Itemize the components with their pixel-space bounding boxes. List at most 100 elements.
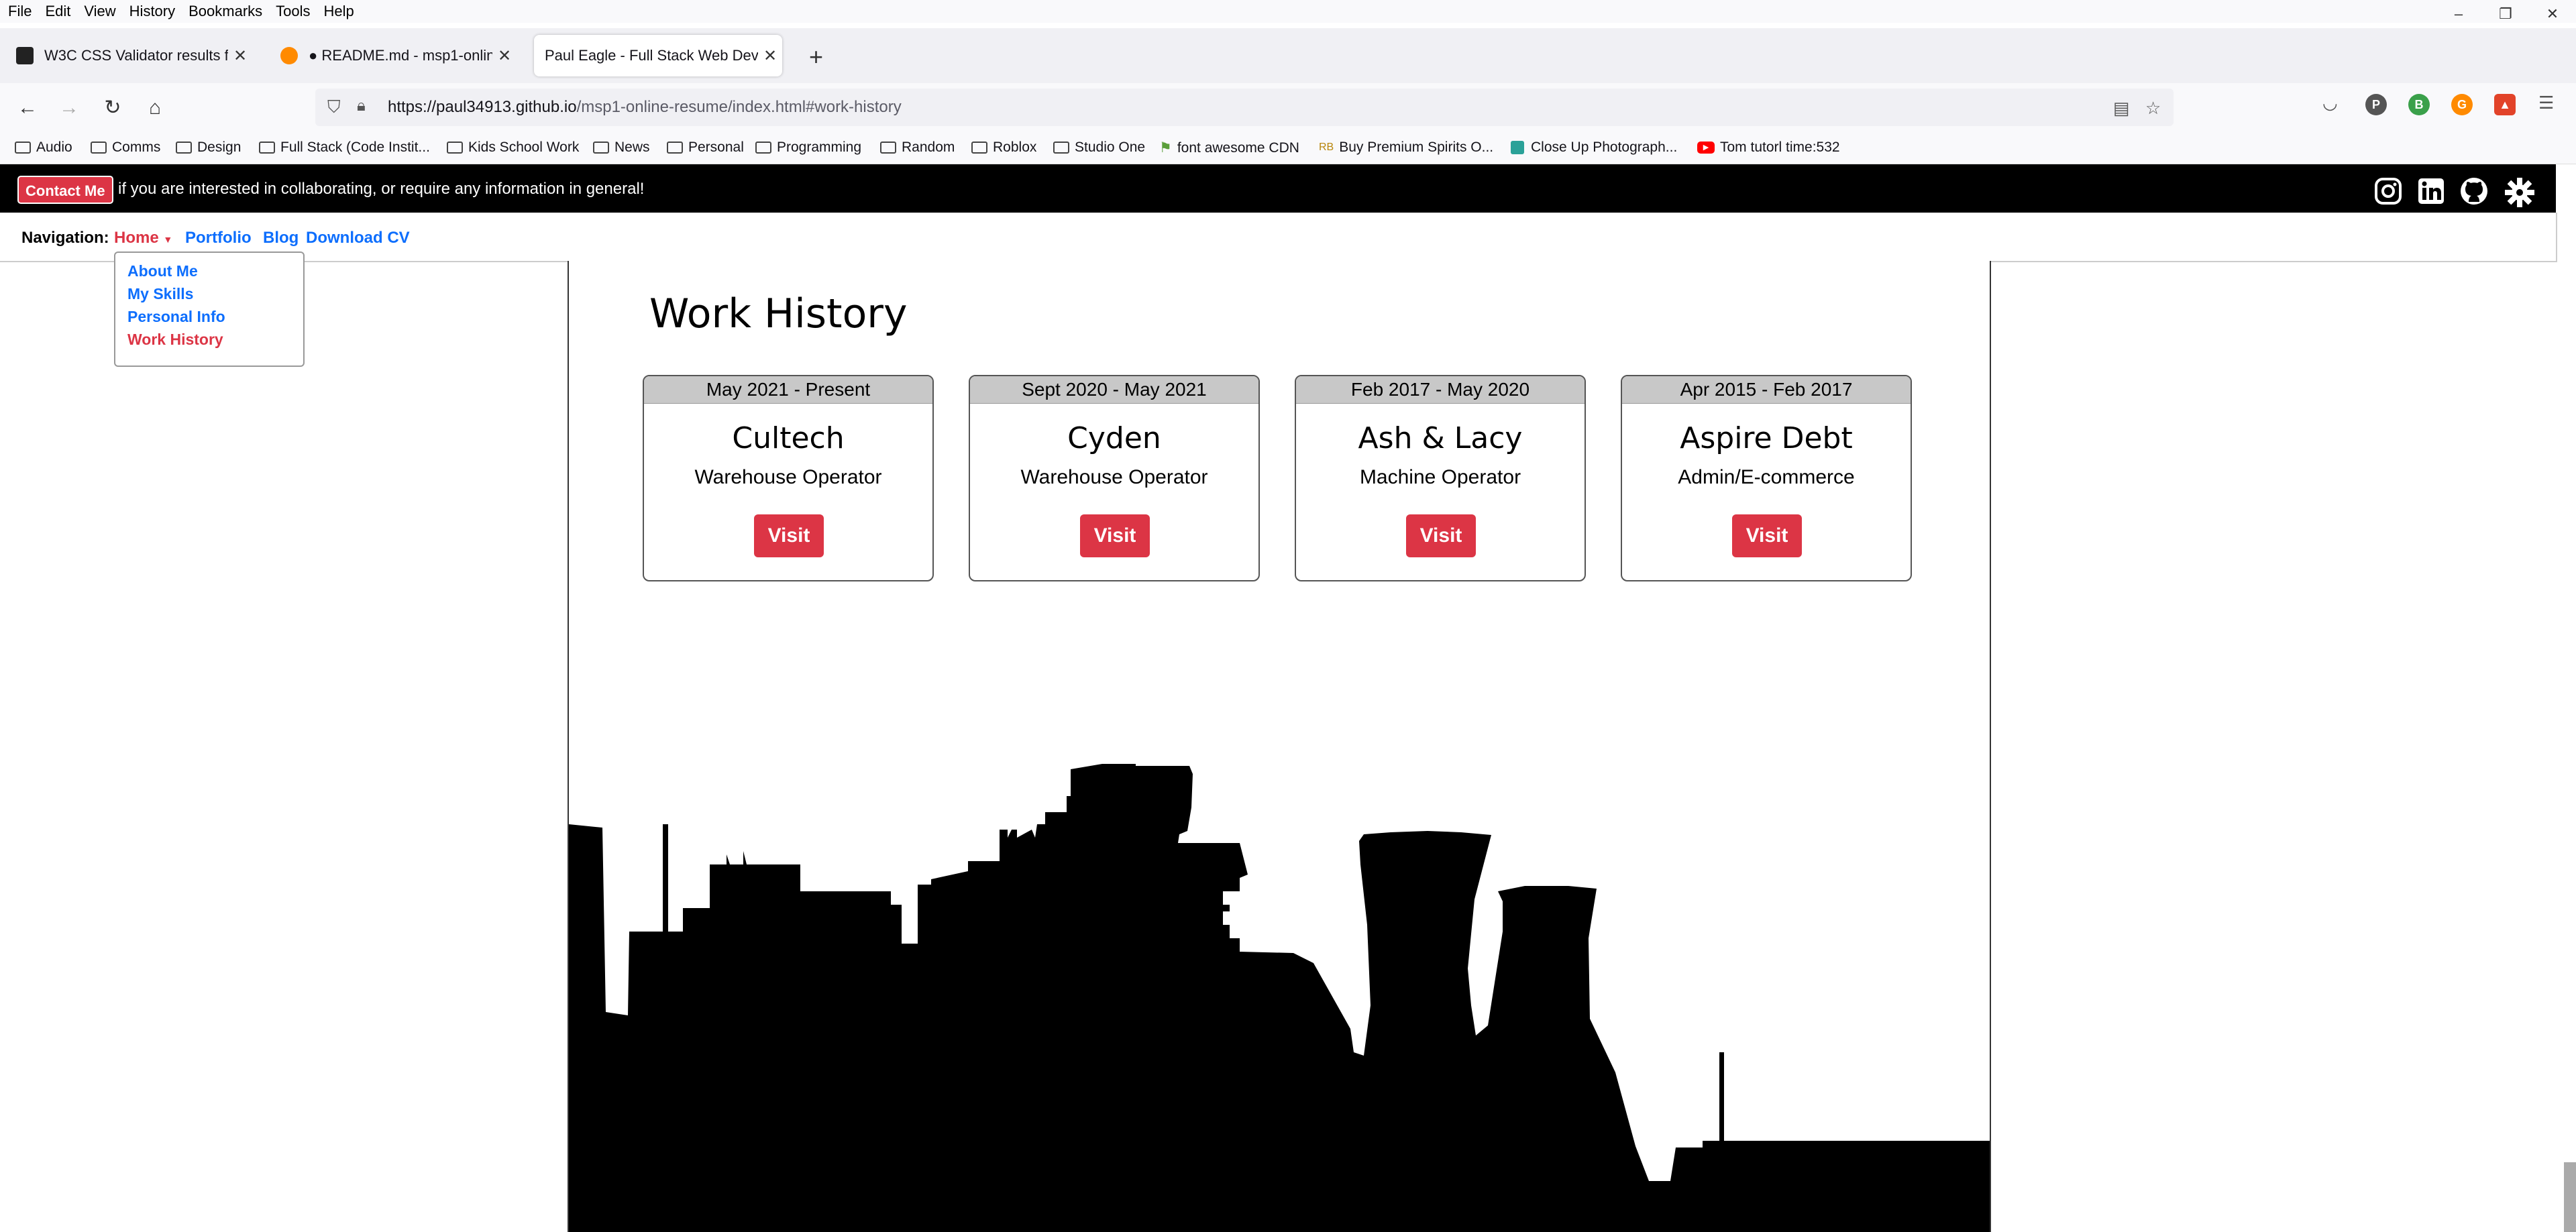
bookmark-random[interactable]: Random — [880, 139, 955, 156]
bookmark-personal[interactable]: Personal — [667, 139, 744, 156]
bookmarks-bar: Audio Comms Design Full Stack (Code Inst… — [0, 133, 2576, 164]
folder-icon — [15, 142, 31, 154]
profile-extension-icon[interactable]: P — [2365, 94, 2387, 115]
job-company: Aspire Debt — [1680, 421, 1853, 455]
dropdown-item-work-history[interactable]: Work History — [127, 331, 223, 349]
bookmark-label: Programming — [777, 139, 862, 155]
contact-me-button[interactable]: Contact Me — [17, 176, 113, 204]
nav-toolbar: ← → ↻ ⌂ ⛉ 🔒︎ https://paul34913.github.io… — [0, 83, 2576, 133]
folder-icon — [447, 142, 463, 154]
nav-download-cv-link[interactable]: Download CV — [306, 229, 410, 247]
bookmark-studio-one[interactable]: Studio One — [1053, 139, 1145, 156]
bookmark-label: Comms — [112, 139, 161, 155]
job-role: Admin/E-commerce — [1678, 466, 1855, 488]
restore-icon[interactable]: ❐ — [2482, 0, 2529, 28]
pocket-icon[interactable]: ◡ — [2322, 93, 2338, 113]
forward-icon[interactable]: → — [54, 93, 85, 123]
section-title: Work History — [649, 290, 908, 337]
menu-file[interactable]: File — [8, 3, 32, 20]
gitpod-icon — [280, 47, 298, 64]
nav-portfolio-link[interactable]: Portfolio — [185, 229, 252, 247]
close-tab-icon[interactable]: ✕ — [228, 46, 252, 66]
job-dates: Feb 2017 - May 2020 — [1296, 376, 1585, 404]
bookmark-label: Design — [197, 139, 241, 155]
close-window-icon[interactable]: ✕ — [2529, 0, 2576, 28]
bookmark-label: Random — [902, 139, 955, 155]
bookmark-comms[interactable]: Comms — [91, 139, 160, 156]
url-path: /msp1-online-resume/index.html#work-hist… — [576, 98, 902, 116]
folder-icon — [259, 142, 275, 154]
bookmark-font-awesome[interactable]: ⚑ font awesome CDN — [1159, 139, 1299, 156]
bookmark-roblox[interactable]: Roblox — [971, 139, 1036, 156]
linkedin-icon[interactable] — [2416, 176, 2446, 206]
menu-edit[interactable]: Edit — [45, 3, 70, 20]
tab-css-validator[interactable]: W3C CSS Validator results for Te ✕ — [4, 35, 252, 76]
shield-icon[interactable]: ⛉ — [327, 97, 341, 118]
job-role: Machine Operator — [1359, 466, 1521, 488]
page-scrollbar[interactable] — [2564, 1162, 2576, 1232]
tab-paul-eagle[interactable]: Paul Eagle - Full Stack Web Develop ✕ — [534, 35, 782, 76]
job-card: Apr 2015 - Feb 2017 Aspire Debt Admin/E-… — [1621, 375, 1912, 581]
gear-icon[interactable] — [2504, 176, 2534, 207]
reload-icon[interactable]: ↻ — [97, 93, 128, 123]
bookmark-star-icon[interactable]: ☆ — [2145, 98, 2161, 119]
bookmark-premium-spirits[interactable]: RB Buy Premium Spirits O... — [1319, 139, 1493, 156]
tab-readme[interactable]: ● README.md - msp1-online-re ✕ — [268, 35, 517, 76]
folder-icon — [91, 142, 107, 154]
bookmark-label: font awesome CDN — [1177, 139, 1299, 156]
bookmark-programming[interactable]: Programming — [755, 139, 861, 156]
minimize-icon[interactable]: – — [2435, 0, 2482, 28]
folder-icon — [880, 142, 896, 154]
visit-button[interactable]: Visit — [1080, 514, 1150, 557]
bookmark-audio[interactable]: Audio — [15, 139, 72, 156]
menu-view[interactable]: View — [84, 3, 115, 20]
job-company: Ash & Lacy — [1358, 421, 1523, 455]
extension-icon[interactable]: ▲ — [2494, 94, 2516, 115]
menu-bookmarks[interactable]: Bookmarks — [189, 3, 262, 20]
lock-icon[interactable]: 🔒︎ — [357, 97, 366, 115]
nav-blog-link[interactable]: Blog — [263, 229, 299, 247]
menu-history[interactable]: History — [129, 3, 175, 20]
bookmark-kids-school-work[interactable]: Kids School Work — [447, 139, 579, 156]
app-menu-icon[interactable]: ☰ — [2538, 93, 2554, 113]
bookmark-label: Roblox — [993, 139, 1037, 155]
url-bar[interactable]: ⛉ 🔒︎ https://paul34913.github.io/msp1-on… — [315, 89, 2174, 126]
nav-home-link[interactable]: Home ▼ — [114, 229, 172, 247]
folder-icon — [667, 142, 683, 154]
window-controls: – ❐ ✕ — [2435, 0, 2576, 28]
home-icon[interactable]: ⌂ — [140, 93, 170, 123]
visit-button[interactable]: Visit — [1732, 514, 1802, 557]
visit-button[interactable]: Visit — [754, 514, 824, 557]
menu-help[interactable]: Help — [324, 3, 354, 20]
job-role: Warehouse Operator — [694, 466, 882, 488]
bookmark-news[interactable]: News — [593, 139, 650, 156]
bplus-extension-icon[interactable]: B — [2408, 94, 2430, 115]
visit-button[interactable]: Visit — [1406, 514, 1476, 557]
home-dropdown-menu: About Me My Skills Personal Info Work Hi… — [114, 251, 305, 367]
tab-title: W3C CSS Validator results for Te — [44, 47, 228, 64]
gitpod-extension-icon[interactable]: G — [2451, 94, 2473, 115]
bookmark-label: Audio — [36, 139, 72, 155]
bookmark-design[interactable]: Design — [176, 139, 241, 156]
back-icon[interactable]: ← — [12, 93, 43, 123]
new-tab-icon[interactable]: + — [809, 43, 823, 71]
reader-view-icon[interactable]: ▤ — [2113, 98, 2130, 119]
web-page: Contact Me if you are interested in coll… — [0, 164, 2576, 1232]
menu-tools[interactable]: Tools — [276, 3, 310, 20]
dropdown-item-personal-info[interactable]: Personal Info — [127, 308, 225, 326]
bookmark-tom-tutorial[interactable]: ▶ Tom tutorl time:532 — [1697, 139, 1840, 156]
tab-title: Paul Eagle - Full Stack Web Develop — [545, 47, 758, 64]
fontawesome-icon: ⚑ — [1159, 140, 1172, 156]
github-icon[interactable] — [2459, 176, 2489, 206]
site-navigation: Navigation: Home ▼ Portfolio Blog Downlo… — [0, 213, 2557, 262]
close-tab-icon[interactable]: ✕ — [492, 46, 517, 66]
dropdown-item-about-me[interactable]: About Me — [127, 262, 198, 280]
close-tab-icon[interactable]: ✕ — [758, 46, 782, 66]
url-text[interactable]: https://paul34913.github.io/msp1-online-… — [388, 98, 902, 117]
instagram-icon[interactable] — [2373, 176, 2403, 206]
dropdown-item-my-skills[interactable]: My Skills — [127, 285, 193, 303]
bookmark-close-up[interactable]: Close Up Photograph... — [1511, 139, 1677, 156]
bookmark-full-stack[interactable]: Full Stack (Code Instit... — [259, 139, 430, 156]
job-dates: May 2021 - Present — [644, 376, 932, 404]
job-card: May 2021 - Present Cultech Warehouse Ope… — [643, 375, 934, 581]
